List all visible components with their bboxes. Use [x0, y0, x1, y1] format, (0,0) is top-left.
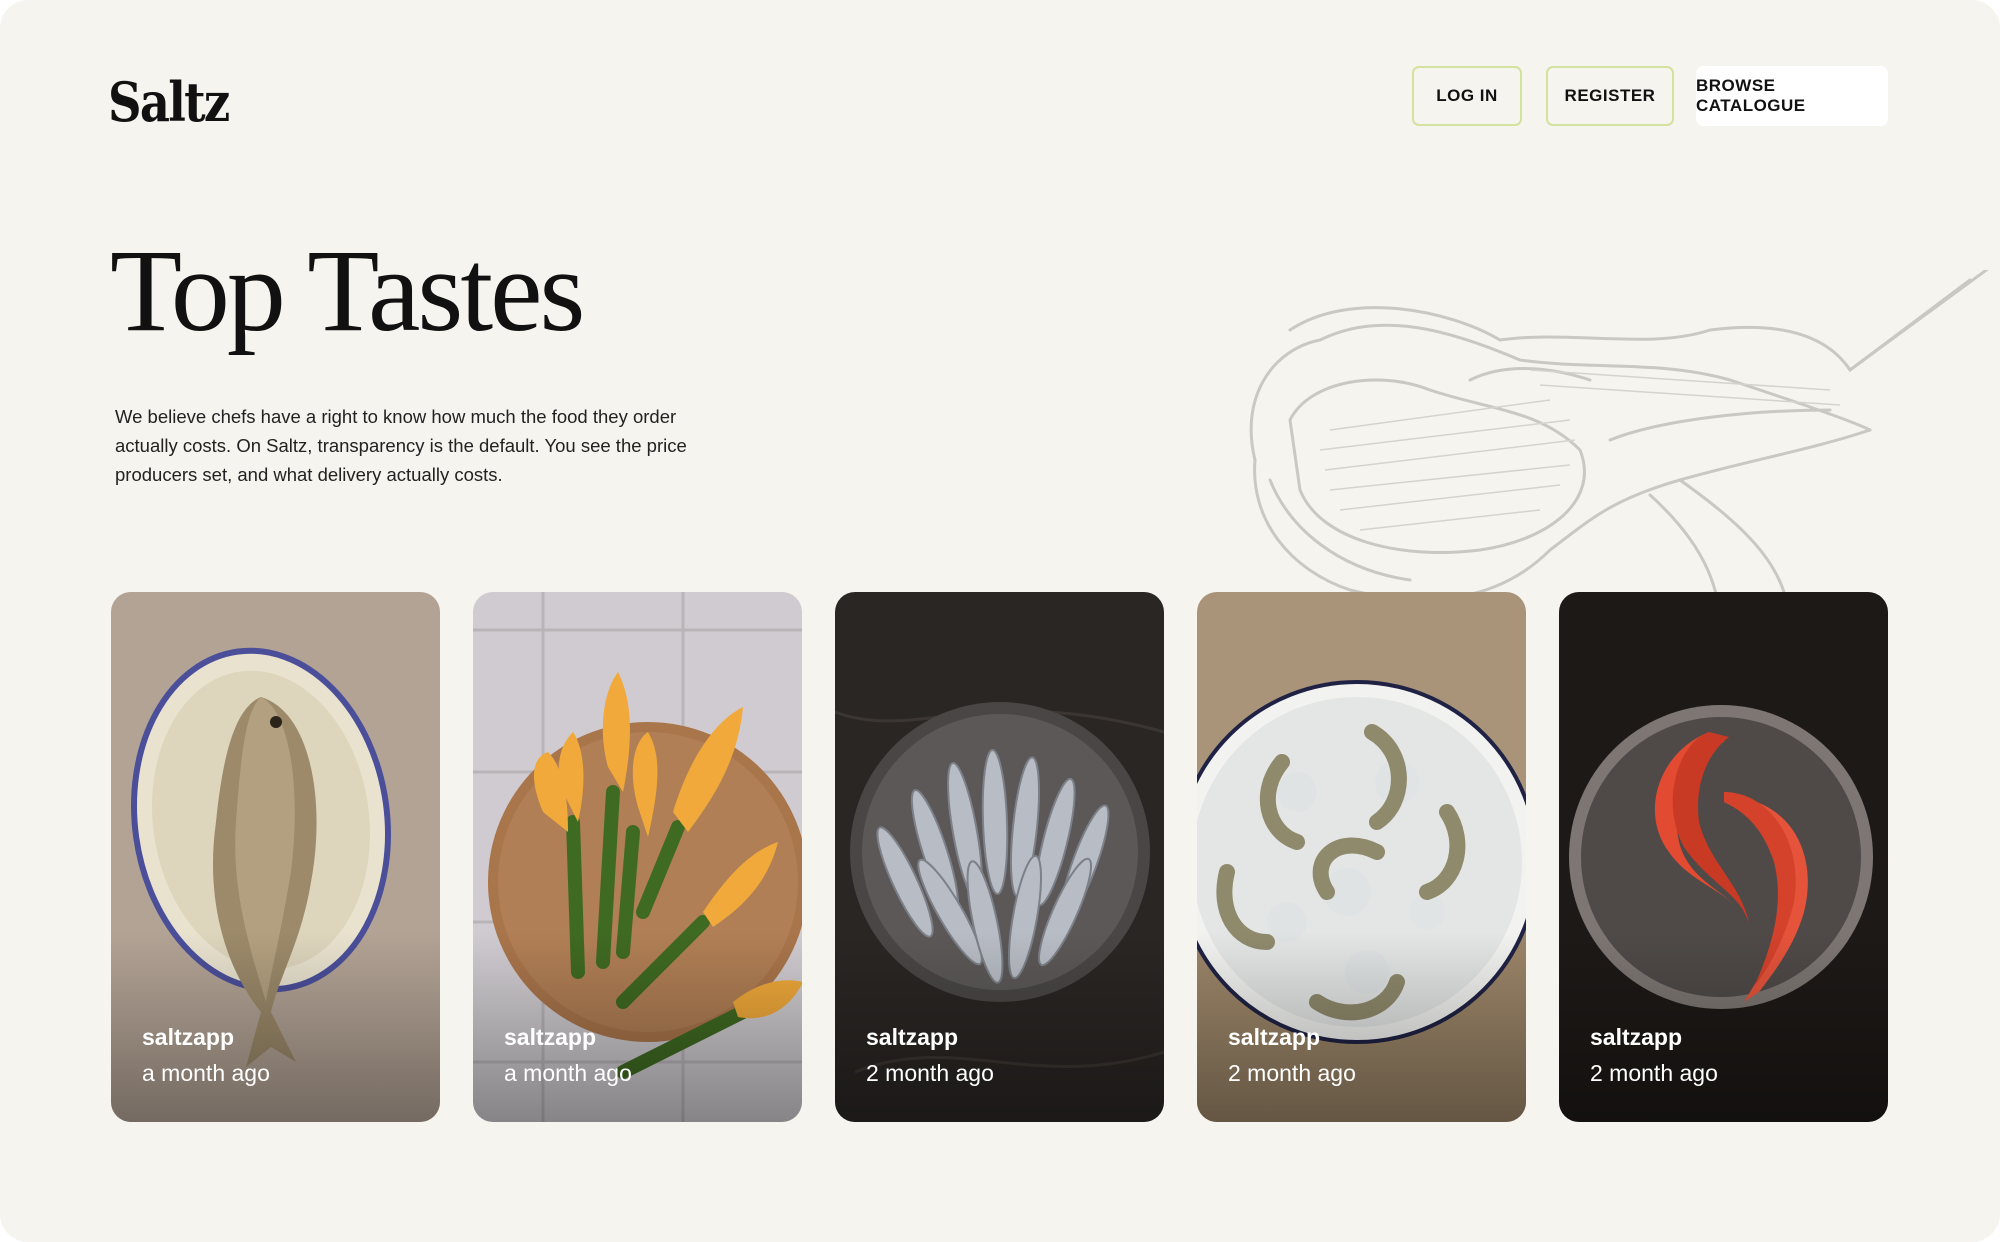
card-timestamp: a month ago [142, 1060, 270, 1086]
card-author: saltzapp [1228, 1024, 1321, 1050]
taste-card[interactable]: saltzapp a month ago [473, 592, 802, 1122]
taste-card[interactable]: saltzapp 2 month ago [1559, 592, 1888, 1122]
card-timestamp: 2 month ago [1228, 1060, 1356, 1086]
card-author: saltzapp [866, 1024, 959, 1050]
card-timestamp: 2 month ago [866, 1060, 994, 1086]
register-button[interactable]: REGISTER [1546, 66, 1674, 126]
card-author: saltzapp [1590, 1024, 1683, 1050]
browse-catalogue-button[interactable]: BROWSE CATALOGUE [1696, 66, 1888, 126]
taste-card[interactable]: saltzapp 2 month ago [1197, 592, 1526, 1122]
card-timestamp: 2 month ago [1590, 1060, 1718, 1086]
intro-text: We believe chefs have a right to know ho… [115, 406, 687, 485]
page-title: Top Tastes [110, 225, 585, 356]
card-timestamp: a month ago [504, 1060, 632, 1086]
brand-logo[interactable]: Saltz [108, 70, 230, 134]
login-button[interactable]: LOG IN [1412, 66, 1522, 126]
taste-card[interactable]: saltzapp a month ago [111, 592, 440, 1122]
card-author: saltzapp [504, 1024, 597, 1050]
taste-card[interactable]: saltzapp 2 month ago [835, 592, 1164, 1122]
page: Saltz LOG IN REGISTER BROWSE CATALOGUE T… [0, 0, 2000, 1242]
card-author: saltzapp [142, 1024, 235, 1050]
